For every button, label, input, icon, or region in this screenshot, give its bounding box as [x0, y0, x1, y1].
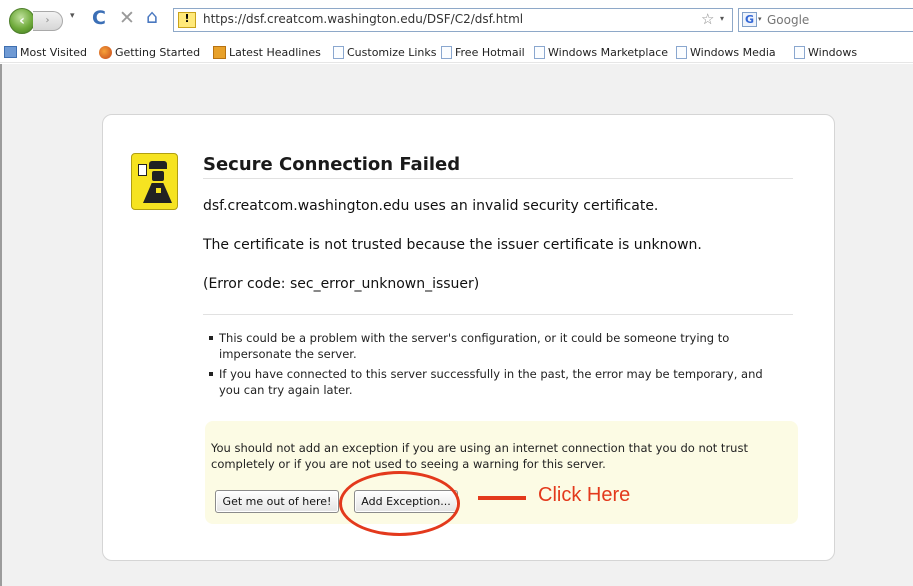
- bookmarks-toolbar: Most Visited Getting Started Latest Head…: [0, 40, 913, 63]
- exception-warning-panel: You should not add an exception if you a…: [205, 421, 798, 524]
- most-visited-icon: [4, 46, 17, 58]
- error-title: Secure Connection Failed: [203, 154, 461, 175]
- getting-started-icon: [99, 45, 112, 59]
- bookmark-windows-marketplace[interactable]: Windows Marketplace: [534, 44, 668, 60]
- home-icon[interactable]: ⌂: [146, 6, 158, 28]
- security-warning-icon: !: [178, 12, 196, 28]
- error-page-container: Secure Connection Failed dsf.creatcom.wa…: [102, 114, 835, 561]
- search-engine-dropdown-icon[interactable]: ▾: [758, 15, 762, 23]
- reload-icon[interactable]: C: [92, 7, 106, 29]
- stop-icon[interactable]: ✕: [119, 7, 135, 29]
- forward-arrow-icon: ›: [45, 15, 50, 26]
- forward-button[interactable]: ›: [33, 11, 63, 31]
- search-bar[interactable]: G ▾: [738, 8, 913, 32]
- url-text[interactable]: https://dsf.creatcom.washington.edu/DSF/…: [203, 12, 523, 26]
- bookmark-getting-started[interactable]: Getting Started: [99, 44, 200, 60]
- navigation-toolbar: ‹ › ▾ C ✕ ⌂ ! https://dsf.creatcom.washi…: [0, 0, 913, 40]
- google-icon[interactable]: G: [742, 12, 757, 27]
- divider: [203, 178, 793, 179]
- click-here-label: Click Here: [538, 484, 631, 506]
- bookmark-windows[interactable]: Windows: [794, 44, 857, 60]
- page-icon: [441, 45, 452, 59]
- back-button[interactable]: ‹: [9, 8, 35, 34]
- bookmark-latest-headlines[interactable]: Latest Headlines: [213, 44, 321, 60]
- back-arrow-icon: ‹: [19, 13, 25, 29]
- bookmark-customize-links[interactable]: Customize Links: [333, 44, 437, 60]
- bookmark-windows-media[interactable]: Windows Media: [676, 44, 776, 60]
- bookmark-most-visited[interactable]: Most Visited: [4, 44, 87, 60]
- highlight-circle: [339, 471, 460, 536]
- pointer-arrow: [478, 496, 526, 500]
- page-icon: [794, 45, 805, 59]
- history-dropdown-icon[interactable]: ▾: [70, 11, 75, 21]
- error-code: (Error code: sec_error_unknown_issuer): [203, 276, 480, 292]
- security-officer-icon: [131, 153, 178, 210]
- bookmark-free-hotmail[interactable]: Free Hotmail: [441, 44, 525, 60]
- url-bar[interactable]: ! https://dsf.creatcom.washington.edu/DS…: [173, 8, 733, 32]
- url-dropdown-icon[interactable]: ▾: [720, 14, 724, 23]
- list-item: If you have connected to this server suc…: [209, 366, 769, 398]
- divider: [203, 314, 793, 315]
- search-input[interactable]: [767, 11, 907, 29]
- page-icon: [534, 45, 545, 59]
- page-icon: [676, 45, 687, 59]
- error-details-list: This could be a problem with the server'…: [209, 330, 769, 402]
- error-short-description: dsf.creatcom.washington.edu uses an inva…: [203, 198, 659, 214]
- page-icon: [333, 45, 344, 59]
- bookmark-star-icon[interactable]: ☆: [701, 10, 714, 28]
- error-technical-info: The certificate is not trusted because t…: [203, 237, 702, 253]
- list-item: This could be a problem with the server'…: [209, 330, 769, 362]
- get-me-out-button[interactable]: Get me out of here!: [215, 490, 339, 513]
- rss-feed-icon: [213, 45, 226, 59]
- exception-warning-text: You should not add an exception if you a…: [211, 441, 748, 471]
